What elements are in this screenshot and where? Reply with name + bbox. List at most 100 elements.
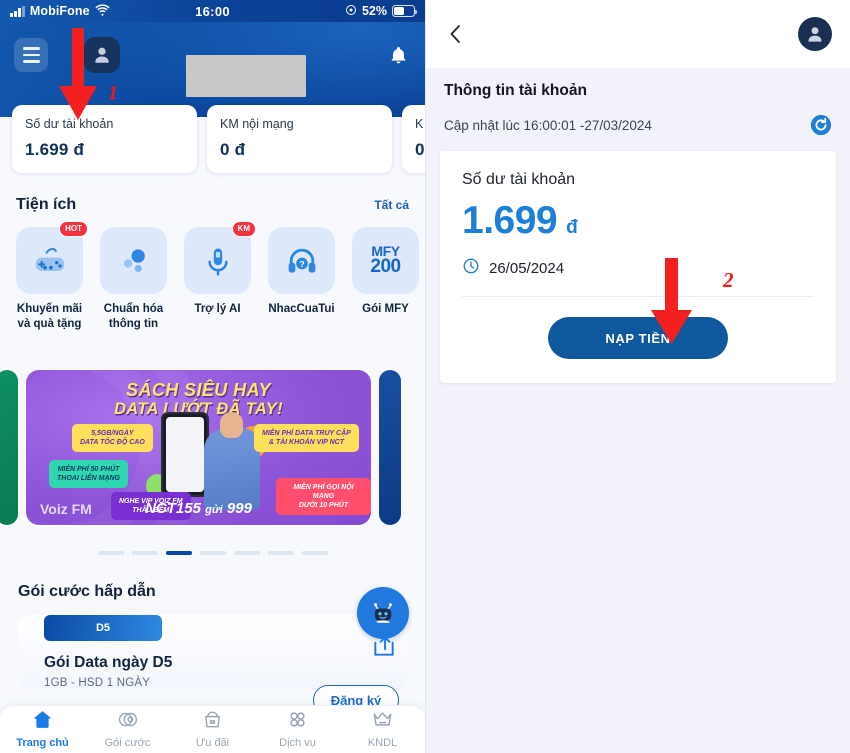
status-bar: MobiFone 16:00 52% bbox=[0, 0, 425, 22]
banner-model-illustration bbox=[204, 407, 260, 510]
tab-services[interactable]: Dịch vụ bbox=[255, 708, 340, 751]
page-title: Thông tin tài khoản bbox=[444, 82, 587, 99]
tab-kndl[interactable]: KNDL bbox=[340, 708, 425, 751]
utility-label: Khuyến mãi và quà tặng bbox=[16, 303, 83, 330]
banner-phone-mockup bbox=[161, 411, 209, 497]
grid-dots-icon bbox=[290, 712, 305, 727]
balance-card-account[interactable]: Số dư tài khoản 1.699 đ bbox=[12, 105, 197, 173]
carousel-dot[interactable] bbox=[199, 551, 226, 555]
tab-packages[interactable]: Gói cước bbox=[85, 708, 170, 751]
location-services-icon bbox=[345, 4, 357, 19]
right-top-bar bbox=[426, 0, 850, 68]
balance-card-value: 1.699 đ bbox=[25, 140, 85, 159]
dots-bubble-icon bbox=[100, 227, 167, 294]
utility-item-standardize-info[interactable]: Chuẩn hóa thông tin bbox=[100, 227, 167, 332]
banner-slide-previous[interactable] bbox=[0, 369, 18, 525]
headphones-question-icon: ? bbox=[268, 227, 335, 294]
topup-button[interactable]: NẠP TIỀN bbox=[548, 317, 728, 359]
redaction-box bbox=[186, 55, 306, 97]
chatbot-robot-icon[interactable] bbox=[357, 587, 409, 639]
utility-label: Gói MFY bbox=[362, 303, 409, 315]
utility-item-mfy-package[interactable]: MFY 200 Gói MFY bbox=[352, 227, 419, 332]
utilities-row: HOT Khuyến mãi và quà tặng Chuẩn hóa thô… bbox=[16, 221, 419, 332]
hamburger-menu-icon[interactable] bbox=[14, 38, 48, 72]
gift-basket-icon bbox=[205, 711, 220, 728]
home-icon bbox=[34, 711, 51, 728]
package-tag: D5 bbox=[44, 615, 162, 641]
balance-card-third[interactable]: K 0 bbox=[402, 105, 425, 173]
utility-label: Trợ lý AI bbox=[194, 303, 241, 315]
banner-cta: NCT155 gửi 999 bbox=[145, 499, 252, 517]
annotation-number-1: 1 bbox=[108, 82, 118, 104]
utility-label: NhacCuaTui bbox=[268, 303, 335, 315]
carousel-dot-active[interactable] bbox=[165, 551, 192, 555]
balance-expiry-date: 26/05/2024 bbox=[489, 259, 565, 277]
account-balance-card: Số dư tài khoản 1.699 đ 26/05/2024 NẠP T… bbox=[440, 151, 836, 383]
utilities-header: Tiện ích Tất cả bbox=[16, 196, 409, 214]
user-avatar-icon[interactable] bbox=[798, 17, 832, 51]
carousel-dot[interactable] bbox=[97, 551, 124, 555]
utilities-see-all-link[interactable]: Tất cả bbox=[374, 198, 409, 212]
tab-label: Dịch vụ bbox=[279, 737, 316, 749]
carousel-dot[interactable] bbox=[267, 551, 294, 555]
balance-currency: đ bbox=[566, 217, 578, 238]
balance-label: Số dư tài khoản bbox=[462, 171, 576, 188]
banner-pill-voice: MIỄN PHÍ 50 PHÚT THOAI LIÊN MẠNG bbox=[49, 459, 128, 488]
utility-item-nhaccuatui[interactable]: ? NhacCuaTui bbox=[268, 227, 335, 332]
notification-bell-icon[interactable] bbox=[385, 42, 411, 68]
package-icon bbox=[118, 712, 138, 727]
mfy-200-icon: MFY 200 bbox=[352, 227, 419, 294]
balance-card-label: K bbox=[415, 117, 424, 131]
bottom-tab-bar: Trang chủ Gói cước Ưu đãi Dịch vụ KNDL bbox=[0, 705, 425, 753]
down-arrow-annotation bbox=[56, 28, 100, 120]
tab-label: KNDL bbox=[367, 737, 398, 749]
crown-icon bbox=[373, 712, 392, 726]
right-phone-screen: Thông tin tài khoản Cập nhật lúc 16:00:0… bbox=[425, 0, 850, 753]
utility-item-promotions[interactable]: HOT Khuyến mãi và quà tặng bbox=[16, 221, 88, 332]
packages-title: Gói cước hấp dẫn bbox=[18, 583, 156, 600]
battery-percent: 52% bbox=[361, 4, 387, 18]
utilities-title: Tiện ích bbox=[16, 196, 77, 213]
utilities-section: Tiện ích Tất cả HOT Khuyến mãi và quà tặ… bbox=[0, 196, 425, 332]
balance-card-label: KM nội mạng bbox=[220, 117, 294, 131]
updated-row: Cập nhật lúc 16:00:01 -27/03/2024 bbox=[426, 100, 850, 136]
microphone-icon: KM bbox=[184, 221, 256, 294]
balance-amount: 1.699 đ bbox=[462, 199, 814, 243]
balance-number: 1.699 bbox=[462, 199, 558, 242]
tab-label: Ưu đãi bbox=[195, 737, 230, 749]
utility-item-ai-assistant[interactable]: KM Trợ lý AI bbox=[184, 221, 256, 332]
back-chevron-icon[interactable] bbox=[444, 22, 468, 46]
balance-card-value: 0 đ bbox=[220, 140, 246, 159]
carousel-dot[interactable] bbox=[233, 551, 260, 555]
left-phone-screen: MobiFone 16:00 52% Số dư tài khoản 1.699… bbox=[0, 0, 425, 753]
badge-km: KM bbox=[231, 221, 256, 237]
mfy-tile-line2: 200 bbox=[370, 256, 401, 278]
updated-timestamp: Cập nhật lúc 16:00:01 -27/03/2024 bbox=[444, 117, 652, 133]
banner-slide-active[interactable]: SÁCH SIÊU HAY DATA LƯỚT ĐÃ TAY! 5,5GB/NG… bbox=[26, 369, 371, 525]
balance-card-onnet[interactable]: KM nội mạng 0 đ bbox=[207, 105, 392, 173]
clock-icon bbox=[462, 257, 480, 279]
balance-expiry-row: 26/05/2024 bbox=[462, 257, 814, 279]
tab-label: Trang chủ bbox=[16, 737, 69, 749]
banner-track: SÁCH SIÊU HAY DATA LƯỚT ĐÃ TAY! 5,5GB/NG… bbox=[0, 367, 425, 527]
share-icon[interactable] bbox=[371, 633, 397, 659]
carousel-dots[interactable] bbox=[0, 551, 425, 555]
tab-label: Gói cước bbox=[104, 737, 151, 749]
carousel-dot[interactable] bbox=[301, 551, 328, 555]
banner-pill-data: 5,5GB/NGÀY DATA TỐC ĐỘ CAO bbox=[72, 423, 153, 452]
carousel-dot[interactable] bbox=[131, 551, 158, 555]
utility-label: Chuẩn hóa thông tin bbox=[103, 303, 164, 330]
package-name: Gói Data ngày D5 bbox=[44, 654, 173, 671]
banner-pill-nct: MIỄN PHÍ DATA TRUY CẬP & TÀI KHOẢN VIP NC… bbox=[254, 423, 359, 452]
package-card[interactable]: D5 Gói Data ngày D5 1GB - HSD 1 NGÀY Đăn… bbox=[18, 615, 407, 715]
annotation-number-2: 2 bbox=[723, 268, 734, 292]
badge-hot: HOT bbox=[59, 221, 88, 237]
svg-text:?: ? bbox=[299, 258, 304, 268]
down-arrow-annotation bbox=[648, 258, 696, 344]
status-right: 52% bbox=[345, 4, 418, 19]
refresh-icon[interactable] bbox=[810, 114, 832, 136]
tab-offers[interactable]: Ưu đãi bbox=[170, 708, 255, 751]
banner-slide-next[interactable] bbox=[379, 369, 401, 525]
balance-card-label: Số dư tài khoản bbox=[25, 117, 114, 131]
tab-home[interactable]: Trang chủ bbox=[0, 708, 85, 751]
